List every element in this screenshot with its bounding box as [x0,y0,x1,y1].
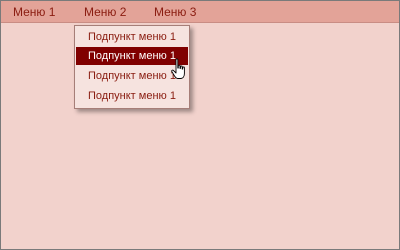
submenu-item[interactable]: Подпункт меню 1 [76,28,188,46]
submenu-item[interactable]: Подпункт меню 1 [76,87,188,105]
hand-pointer-icon [171,58,185,79]
app-window: Меню 1 Меню 2 Меню 3 Подпункт меню 1 Под… [0,0,400,250]
menu-1[interactable]: Меню 1 [13,1,55,23]
menu-bar: Меню 1 Меню 2 Меню 3 [1,1,399,23]
menu-3[interactable]: Меню 3 [154,1,196,23]
menu-2[interactable]: Меню 2 [84,1,126,23]
